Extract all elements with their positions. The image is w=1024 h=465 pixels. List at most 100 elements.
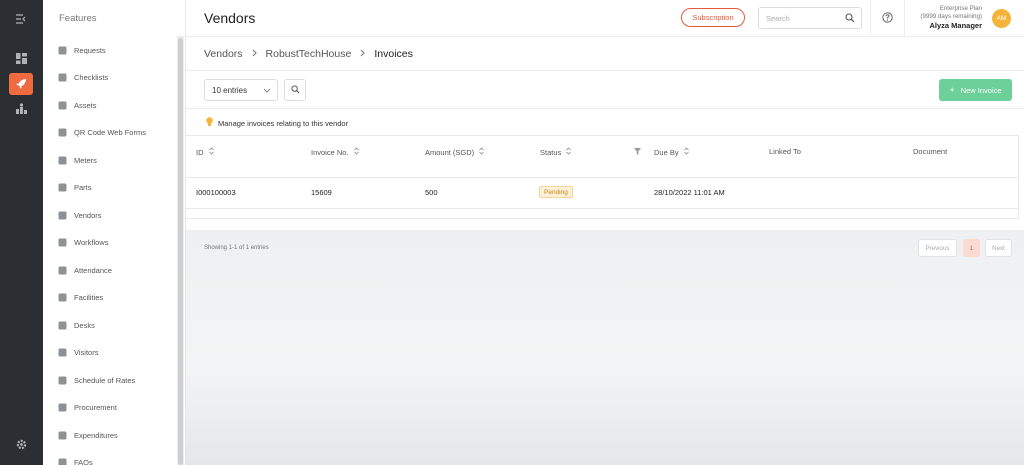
help-icon[interactable] bbox=[882, 12, 893, 25]
main-content: Vendors RobustTechHouse Invoices 10 entr… bbox=[186, 38, 1024, 465]
sidebar-item-label: Vendors bbox=[74, 210, 102, 220]
previous-page-button[interactable]: Previous bbox=[918, 239, 957, 257]
sidebar-item-label: FAQs bbox=[74, 458, 93, 465]
attendance-icon bbox=[56, 264, 68, 276]
avatar[interactable]: AM bbox=[992, 9, 1011, 28]
sidebar-item[interactable]: Attendance bbox=[56, 262, 112, 278]
analytics-icon[interactable] bbox=[9, 97, 33, 119]
invoices-table: ID Invoice No. Amount (SGD) Status Due By Lin… bbox=[186, 135, 1019, 219]
column-header-label: Due By bbox=[654, 147, 679, 157]
collapse-icon[interactable] bbox=[9, 8, 33, 30]
sidebar-item-label: Meters bbox=[74, 155, 97, 165]
cell-due-by: 28/10/2022 11:01 AM bbox=[654, 188, 725, 197]
column-header-label: Amount (SGD) bbox=[425, 147, 475, 157]
column-header[interactable]: Invoice No. bbox=[311, 147, 359, 157]
sidebar-item[interactable]: Visitors bbox=[56, 345, 98, 361]
sidebar-item[interactable]: Requests bbox=[56, 42, 106, 58]
sidebar-scrollbar[interactable] bbox=[177, 36, 184, 465]
sidebar-item-label: Workflows bbox=[74, 238, 109, 247]
table-search-button[interactable] bbox=[284, 79, 306, 101]
sort-icon[interactable] bbox=[208, 147, 214, 157]
column-header[interactable]: Amount (SGD) bbox=[425, 147, 485, 157]
features-sidebar: Features Requests Checklists Assets QR Code… bbox=[43, 0, 186, 465]
plan-name: Enterprise Plan bbox=[939, 5, 982, 12]
sort-icon[interactable] bbox=[566, 147, 572, 157]
chevron-right-icon bbox=[360, 49, 366, 59]
plan-days-remaining: (9999 days remaining) bbox=[920, 13, 982, 20]
sidebar-item-label: Requests bbox=[74, 45, 106, 55]
sidebar-item[interactable]: Expenditures bbox=[56, 427, 118, 443]
sidebar-item[interactable]: FAQs bbox=[56, 455, 93, 465]
sidebar-item-label: Expenditures bbox=[74, 430, 118, 440]
new-invoice-label: New Invoice bbox=[960, 85, 1002, 95]
user-name[interactable]: Alyza Manager bbox=[920, 22, 982, 30]
breadcrumb: Vendors RobustTechHouse Invoices bbox=[204, 47, 413, 61]
expenditure-icon bbox=[56, 429, 68, 441]
rocket-icon[interactable] bbox=[9, 73, 33, 95]
asset-icon bbox=[56, 99, 68, 111]
sidebar-item-label: Attendance bbox=[74, 265, 112, 275]
entries-select[interactable]: 10 entries bbox=[204, 79, 278, 101]
sidebar-item[interactable]: Workflows bbox=[56, 235, 108, 251]
search-placeholder: Search bbox=[766, 14, 790, 23]
icon-rail bbox=[0, 0, 43, 465]
info-note: Manage invoices relating to this vendor bbox=[206, 117, 348, 129]
desk-icon bbox=[56, 319, 68, 331]
sidebar-item[interactable]: Meters bbox=[56, 152, 97, 168]
page-title: Vendors bbox=[204, 10, 256, 26]
search-input[interactable]: Search bbox=[758, 7, 862, 29]
column-header[interactable]: ID bbox=[196, 147, 214, 157]
sort-icon[interactable] bbox=[683, 147, 689, 157]
sidebar-item[interactable]: Parts bbox=[56, 180, 92, 196]
new-invoice-button[interactable]: + New Invoice bbox=[939, 79, 1012, 101]
column-header[interactable]: Due By bbox=[654, 147, 689, 157]
column-header: Linked To bbox=[769, 147, 801, 156]
entries-value: 10 entries bbox=[212, 85, 248, 95]
qr-code-icon bbox=[56, 127, 68, 139]
dashboard-icon[interactable] bbox=[9, 47, 33, 69]
chevron-right-icon bbox=[252, 49, 257, 59]
breadcrumb-current: Invoices bbox=[374, 48, 413, 60]
checklist-icon bbox=[56, 72, 68, 84]
sidebar-item[interactable]: Vendors bbox=[56, 207, 102, 223]
sidebar-item[interactable]: QR Code Web Forms bbox=[56, 125, 146, 141]
column-header-label: Document bbox=[913, 147, 948, 156]
sidebar-item[interactable]: Assets bbox=[56, 97, 97, 113]
procurement-icon bbox=[56, 402, 68, 414]
column-header-label: ID bbox=[196, 147, 204, 157]
request-icon bbox=[56, 44, 68, 56]
sidebar-item-label: Checklists bbox=[74, 73, 109, 82]
sidebar-item-label: Procurement bbox=[74, 403, 117, 412]
next-page-button[interactable]: Next bbox=[985, 239, 1012, 257]
subscription-button[interactable]: Subscription bbox=[681, 8, 745, 27]
chevron-down-icon bbox=[263, 86, 271, 95]
column-header-label: Linked To bbox=[769, 147, 801, 156]
vendor-icon bbox=[56, 209, 68, 221]
settings-icon[interactable] bbox=[9, 433, 33, 455]
sidebar-item[interactable]: Facilities bbox=[56, 290, 103, 306]
sidebar-item-label: Desks bbox=[74, 320, 95, 330]
sidebar-item[interactable]: Schedule of Rates bbox=[56, 372, 135, 388]
filter-icon[interactable] bbox=[634, 148, 641, 157]
page-1-button[interactable]: 1 bbox=[963, 239, 980, 257]
sidebar-item-label: Assets bbox=[74, 100, 97, 110]
sort-icon[interactable] bbox=[479, 147, 485, 157]
sidebar-item[interactable]: Procurement bbox=[56, 400, 117, 416]
sidebar-item-label: Visitors bbox=[74, 348, 99, 357]
facility-icon bbox=[56, 292, 68, 304]
search-icon[interactable] bbox=[845, 13, 855, 25]
sidebar-item-label: QR Code Web Forms bbox=[74, 128, 146, 137]
sort-icon[interactable] bbox=[353, 147, 359, 157]
sidebar-item[interactable]: Checklists bbox=[56, 70, 108, 86]
lightbulb-icon bbox=[206, 117, 213, 129]
breadcrumb-vendor-name[interactable]: RobustTechHouse bbox=[266, 48, 352, 60]
column-header[interactable]: Status bbox=[540, 147, 572, 157]
showing-entries: Showing 1-1 of 1 entries bbox=[204, 245, 269, 251]
sidebar-item[interactable]: Desks bbox=[56, 317, 95, 333]
sidebar-item-label: Facilities bbox=[74, 293, 104, 302]
search-icon bbox=[290, 84, 300, 96]
cell-amount: 500 bbox=[425, 188, 438, 197]
visitor-icon bbox=[56, 347, 68, 359]
breadcrumb-vendors[interactable]: Vendors bbox=[204, 48, 243, 60]
plan-info: Enterprise Plan (9999 days remaining) Al… bbox=[920, 5, 982, 30]
